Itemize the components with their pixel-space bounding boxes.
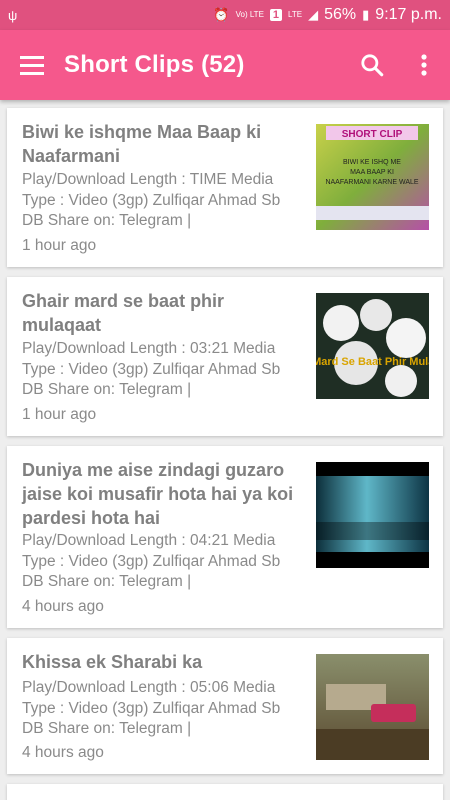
clip-time: 4 hours ago <box>22 598 104 615</box>
alarm-icon: ⏰ <box>213 7 230 22</box>
list-item[interactable]: Duniya me aise zindagi guzaro jaise koi … <box>7 446 443 628</box>
clip-thumbnail[interactable] <box>316 654 429 760</box>
clip-description: Play/Download Length : 04:21 Media Type … <box>22 532 281 590</box>
list-item[interactable]: Ghair mard se baat phir mulaqaat Play/Do… <box>7 277 443 436</box>
clip-title: Duniya me aise zindagi guzaro jaise koi … <box>22 460 294 528</box>
clip-thumbnail[interactable]: SHORT CLIP BIWI KE ISHQ ME MAA BAAP KI N… <box>316 124 429 230</box>
svg-text:MAA BAAP KI: MAA BAAP KI <box>350 169 394 176</box>
clip-thumbnail[interactable] <box>316 462 429 568</box>
clip-description: Play/Download Length : 05:06 Media Type … <box>22 679 281 737</box>
list-item[interactable]: Khissa ek Sharabi ka Play/Download Lengt… <box>7 638 443 774</box>
clip-time: 1 hour ago <box>22 406 97 423</box>
usb-icon: ψ <box>8 7 18 23</box>
battery-percent: 56% <box>324 6 357 23</box>
clock: 9:17 p.m. <box>375 6 442 23</box>
status-bar: ψ ⏰ Vo) LTE 1 LTE ◢ 56% ▮ 9:17 p.m. <box>0 0 450 30</box>
clip-title: Ghair mard se baat phir mulaqaat <box>22 291 225 335</box>
list-item[interactable] <box>7 784 443 800</box>
list-item[interactable]: Biwi ke ishqme Maa Baap ki Naafarmani Pl… <box>7 108 443 267</box>
battery-icon: ▮ <box>362 7 370 22</box>
search-icon[interactable] <box>346 30 398 100</box>
clip-description: Play/Download Length : 03:21 Media Type … <box>22 340 281 398</box>
svg-text:NAAFARMANI KARNE WALE: NAAFARMANI KARNE WALE <box>325 179 418 186</box>
svg-text:BIWI KE ISHQ ME: BIWI KE ISHQ ME <box>343 159 401 166</box>
menu-icon[interactable] <box>0 30 64 100</box>
sim-badge: 1 <box>269 9 283 21</box>
thumb-caption: SHORT CLIP <box>342 129 403 140</box>
clip-title: Khissa ek Sharabi ka <box>22 652 203 672</box>
thumb-caption: Gair Mard Se Baat Phir Mulaqaat <box>316 356 429 368</box>
signal-icon: ◢ <box>308 7 319 22</box>
clip-time: 1 hour ago <box>22 237 97 254</box>
network-type: LTE <box>288 10 303 19</box>
page-title: Short Clips (52) <box>64 51 245 78</box>
volte-indicator: Vo) LTE <box>235 10 264 19</box>
clip-thumbnail[interactable]: Gair Mard Se Baat Phir Mulaqaat <box>316 293 429 399</box>
clip-time: 4 hours ago <box>22 744 104 761</box>
clip-description: Play/Download Length : TIME Media Type :… <box>22 171 281 229</box>
app-bar: Short Clips (52) <box>0 30 450 100</box>
clip-title: Biwi ke ishqme Maa Baap ki Naafarmani <box>22 122 262 166</box>
more-vert-icon[interactable] <box>398 30 450 100</box>
